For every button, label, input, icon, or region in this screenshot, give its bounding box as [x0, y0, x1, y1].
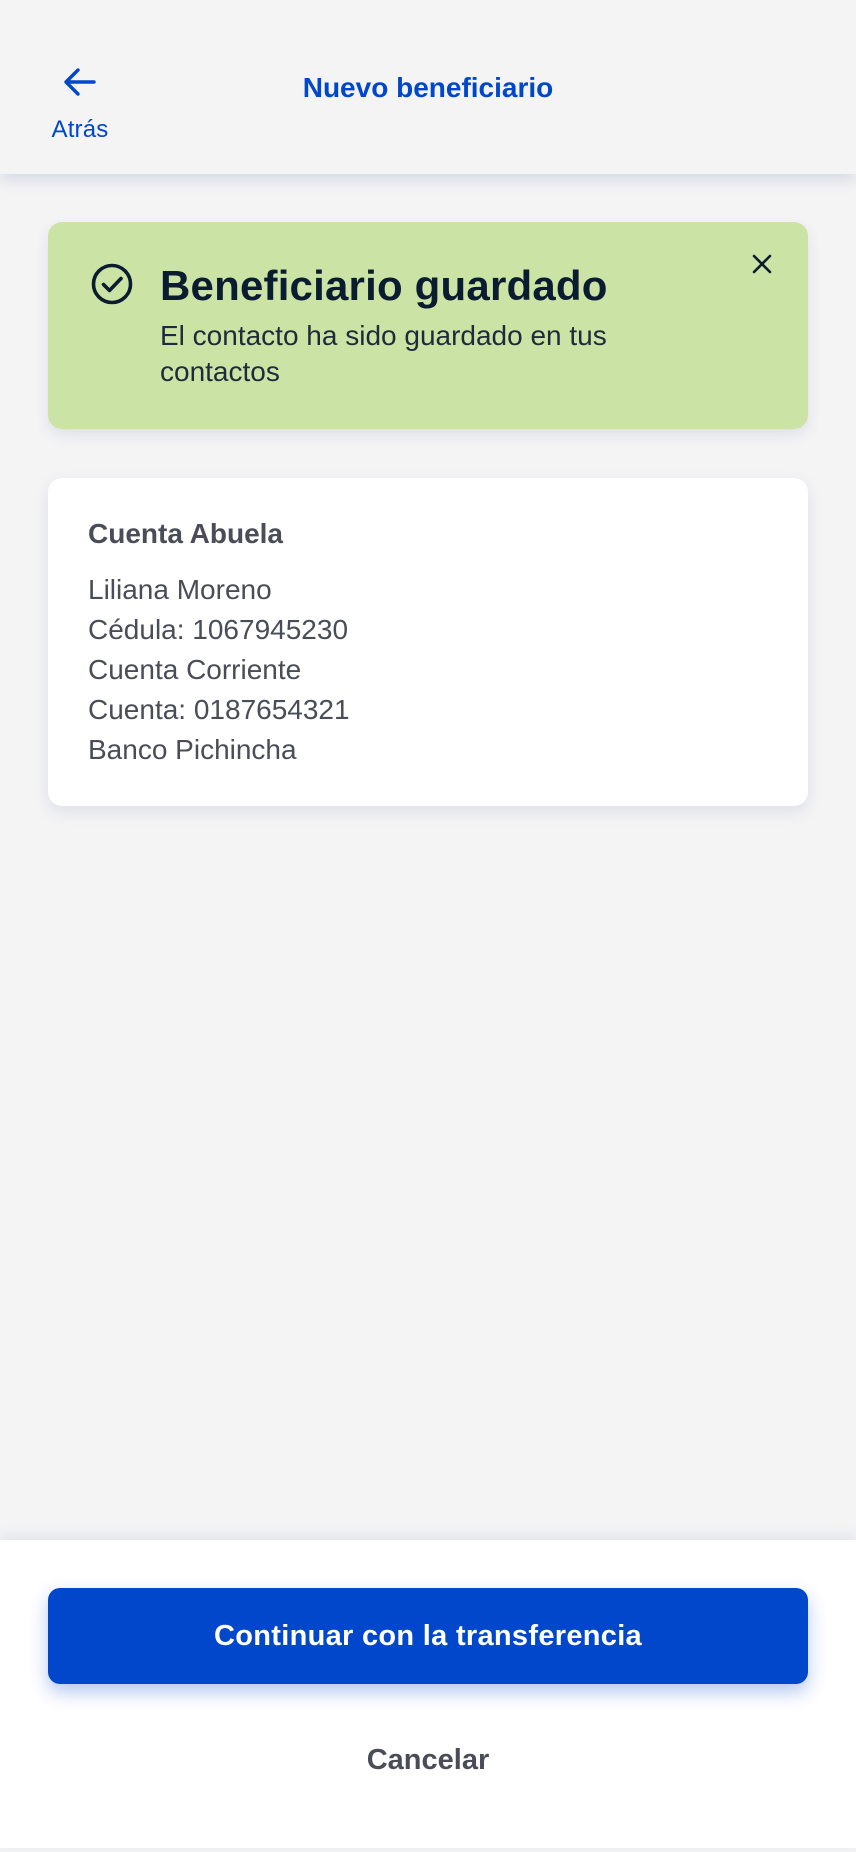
banner-message: El contacto ha sido guardado en tus cont…: [160, 320, 607, 387]
banner-title: Beneficiario guardado: [160, 262, 608, 309]
back-label: Atrás: [51, 116, 109, 143]
contact-id-number: Cédula: 1067945230: [88, 614, 349, 645]
screen: Atrás Nuevo beneficiario Beneficiario gu…: [0, 0, 856, 1852]
success-banner: Beneficiario guardado El contacto ha sid…: [48, 222, 808, 429]
contact-card: Cuenta Abuela Liliana Moreno Cédula: 106…: [48, 478, 808, 806]
continue-transfer-button[interactable]: Continuar con la transferencia: [48, 1588, 808, 1684]
contact-alias: Cuenta Abuela: [88, 518, 283, 549]
contact-account-type: Cuenta Corriente: [88, 654, 302, 685]
cancel-button[interactable]: Cancelar: [328, 1736, 528, 1784]
page-title: Nuevo beneficiario: [302, 72, 554, 103]
bottom-action-sheet: Continuar con la transferencia Cancelar: [0, 1540, 856, 1848]
contact-bank: Banco Pichincha: [88, 734, 297, 765]
header: Atrás Nuevo beneficiario: [0, 0, 856, 174]
contact-account-number: Cuenta: 0187654321: [88, 694, 350, 725]
contact-name: Liliana Moreno: [88, 574, 272, 605]
check-circle-icon: [90, 262, 134, 306]
close-button[interactable]: [742, 246, 782, 286]
contact-details: Liliana Moreno Cédula: 1067945230 Cuenta…: [88, 570, 350, 770]
close-icon: [750, 252, 774, 281]
